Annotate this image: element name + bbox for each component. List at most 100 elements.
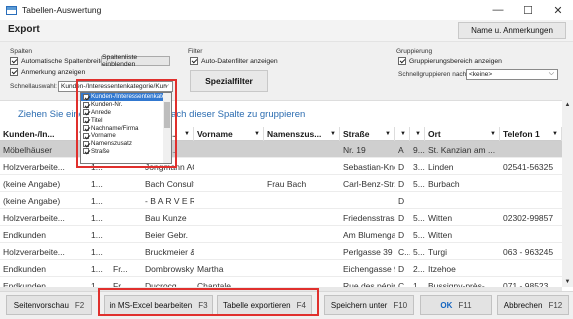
cancel-button[interactable]: Abbrechen F12: [497, 295, 569, 315]
page-preview-key: F2: [74, 300, 85, 310]
export-table-button[interactable]: Tabelle exportieren F4: [217, 295, 312, 315]
table-cell: Holzverarbeite...: [3, 246, 65, 257]
table-cell: D: [398, 263, 405, 274]
excel-edit-button[interactable]: in MS-Excel bearbeiten F3: [104, 295, 213, 315]
ok-button[interactable]: OK F11: [420, 295, 492, 315]
checkbox-icon[interactable]: [83, 117, 89, 124]
table-row[interactable]: Holzverarbeite... 1... Bruckmeier & P... Pe…: [0, 243, 562, 260]
column-header[interactable]: Namenszus... ▼: [264, 127, 340, 141]
table-row[interactable]: Endkunden 1... Fr... Dombrowsky Martha Eichen…: [0, 260, 562, 277]
dropdown-item[interactable]: Anrede: [81, 109, 171, 117]
dropdown-item[interactable]: Kunden-/Interessentenkategorie: [81, 93, 171, 101]
window-titlebar: Tabellen-Auswertung — ☐ ✕: [0, 0, 573, 20]
filter-dropdown-icon[interactable]: ▼: [184, 131, 190, 137]
table-cell: [194, 141, 264, 158]
column-header[interactable]: Kunden-/In...▼: [0, 127, 88, 141]
checkbox-icon[interactable]: [83, 101, 89, 108]
table-cell: D: [398, 229, 405, 240]
scroll-down-icon[interactable]: ▼: [562, 277, 573, 287]
table-cell: [340, 192, 395, 209]
column-header[interactable]: Ort ▼: [425, 127, 500, 141]
checkbox-icon[interactable]: [83, 148, 89, 155]
minimize-button[interactable]: —: [483, 0, 513, 20]
page-preview-label: Seitenvorschau: [13, 300, 69, 310]
filter-dropdown-icon[interactable]: ▼: [415, 131, 421, 137]
table-cell: 1...: [91, 229, 103, 240]
table-cell: [264, 226, 340, 243]
quick-group-select[interactable]: <keine> ⌵: [466, 69, 558, 80]
group-title-gruppierung: Gruppierung: [396, 48, 433, 55]
table-cell: [194, 175, 264, 192]
table-cell: [500, 141, 562, 158]
save-as-button[interactable]: Speichern unter F10: [324, 295, 414, 315]
table-cell: Witten: [428, 212, 453, 223]
column-header[interactable]: Telefon 1 ▼: [500, 127, 562, 141]
table-cell: [194, 243, 264, 260]
filter-dropdown-icon[interactable]: ▼: [490, 131, 496, 137]
dropdown-item[interactable]: Titel: [81, 116, 171, 124]
quick-select-dropdown[interactable]: Kunden-/Interessentenkategorie/Kun ⌵: [58, 81, 173, 92]
dropdown-item[interactable]: Namenszusatz: [81, 140, 171, 148]
footer-bar: Seitenvorschau F2 in MS-Excel bearbeiten…: [0, 291, 573, 319]
maximize-button[interactable]: ☐: [513, 0, 543, 20]
grouping-area-checkbox[interactable]: Gruppierungsbereich anzeigen: [398, 57, 502, 65]
filter-dropdown-icon[interactable]: ▼: [254, 131, 260, 137]
dropdown-item-label: Kunden-Nr.: [91, 101, 123, 109]
close-button[interactable]: ✕: [543, 0, 573, 20]
table-cell: [425, 192, 500, 209]
column-header[interactable]: ▼: [410, 127, 425, 141]
table-row[interactable]: Holzverarbeite... 1... Bau Kunze Friedensst…: [0, 209, 562, 226]
dropdown-item[interactable]: Nachname/Firma: [81, 124, 171, 132]
checkbox-icon[interactable]: [83, 140, 89, 147]
auto-filter-checkbox[interactable]: Auto-Datenfilter anzeigen: [190, 57, 278, 65]
table-cell: [110, 192, 142, 209]
checkbox-icon: [190, 57, 198, 65]
table-cell: Burbach: [428, 178, 460, 189]
special-filter-button[interactable]: Spezialfilter: [190, 70, 268, 92]
checkbox-icon[interactable]: [83, 93, 89, 100]
table-cell: 1...: [91, 212, 103, 223]
dropdown-item[interactable]: Straße: [81, 148, 171, 156]
checkbox-icon[interactable]: [83, 125, 89, 132]
table-cell: Endkunden: [3, 263, 47, 274]
table-cell: Am Blumengar...: [343, 229, 395, 240]
table-cell: Carl-Benz-Str. 2: [343, 178, 395, 189]
dropdown-scrollbar[interactable]: [163, 93, 171, 163]
dropdown-item-label: Vorname: [91, 132, 116, 140]
name-annotations-button[interactable]: Name u. Anmerkungen: [458, 22, 566, 39]
column-header[interactable]: Straße ▼: [340, 127, 395, 141]
table-row[interactable]: (keine Angabe) 1... Bach Consulting Frau Ba…: [0, 175, 562, 192]
vertical-scrollbar[interactable]: ▲ ▼: [562, 100, 573, 287]
filter-dropdown-icon[interactable]: ▼: [385, 131, 391, 137]
dropdown-scroll-thumb[interactable]: [164, 102, 170, 128]
table-cell: Beier Gebr.: [145, 229, 188, 240]
checkbox-icon: [398, 57, 406, 65]
filter-dropdown-icon[interactable]: ▼: [552, 131, 558, 137]
auto-width-checkbox[interactable]: Automatische Spaltenbreite: [10, 57, 104, 65]
table-row[interactable]: (keine Angabe) 1... - B A R V E R K ... D: [0, 192, 562, 209]
column-list-button[interactable]: Spaltenliste einblenden: [101, 54, 170, 68]
filter-dropdown-icon[interactable]: ▼: [400, 131, 406, 137]
quick-select-list[interactable]: Kunden-/Interessentenkategorie Kunden-Nr.…: [80, 92, 172, 164]
table-row[interactable]: Endkunden 1... Beier Gebr. Am Blumengar...D…: [0, 226, 562, 243]
table-cell: [110, 226, 142, 243]
table-cell: [500, 260, 562, 277]
dropdown-item[interactable]: Vorname: [81, 132, 171, 140]
column-header[interactable]: ▼: [395, 127, 410, 141]
show-notes-checkbox[interactable]: Anmerkung anzeigen: [10, 68, 85, 76]
scroll-up-icon[interactable]: ▲: [562, 100, 573, 110]
dropdown-item[interactable]: Kunden-Nr.: [81, 101, 171, 109]
show-notes-label: Anmerkung anzeigen: [21, 68, 86, 76]
table-cell: Sebastian-Knei...: [343, 161, 395, 172]
table-row[interactable]: Endkunden 1... Fr... Ducrocq Chantale Rue des…: [0, 277, 562, 288]
table-cell: Dombrowsky: [145, 263, 194, 274]
chevron-down-icon: ⌵: [548, 70, 554, 77]
filter-dropdown-icon[interactable]: ▼: [330, 131, 336, 137]
table-cell: Endkunden: [3, 229, 47, 240]
checkbox-icon[interactable]: [83, 132, 89, 139]
checkbox-icon[interactable]: [83, 109, 89, 116]
page-preview-button[interactable]: Seitenvorschau F2: [6, 295, 92, 315]
table-cell: 1...: [413, 280, 425, 288]
column-header[interactable]: Vorname ▼: [194, 127, 264, 141]
cancel-key: F12: [548, 300, 563, 310]
